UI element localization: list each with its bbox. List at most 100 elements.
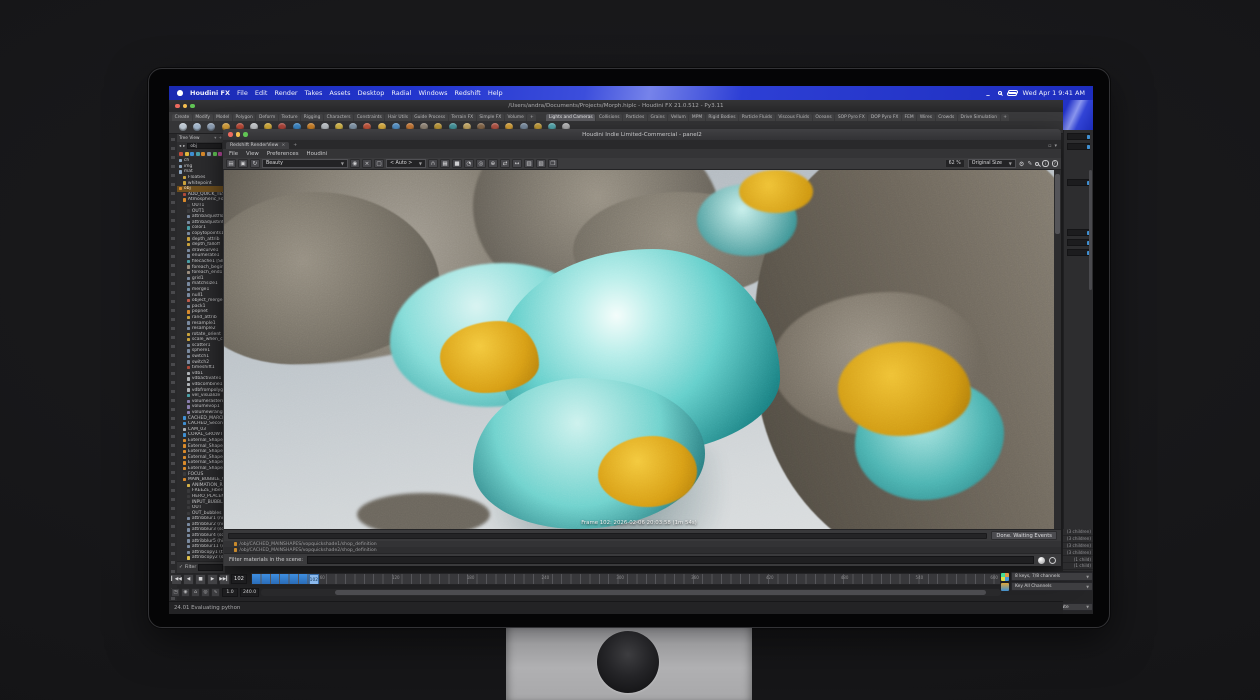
pencil-icon[interactable]: ✎ — [1028, 161, 1033, 167]
new-tab-button[interactable]: + — [289, 142, 301, 149]
shelf-tab[interactable]: Vellum — [668, 114, 688, 121]
motion-fx-icon[interactable]: ∿ — [211, 588, 220, 597]
gear-icon[interactable]: ⚙ — [1019, 160, 1025, 168]
material-filter-input[interactable] — [307, 556, 1034, 564]
wifi-icon[interactable] — [984, 91, 992, 96]
tab-redshift-renderview[interactable]: Redshift RenderView × — [226, 142, 289, 149]
shelf-tab[interactable]: + — [1001, 114, 1010, 121]
keyframe-icon[interactable]: ◎ — [201, 588, 210, 597]
tree-filter-input[interactable] — [198, 564, 223, 571]
shelf-tab[interactable]: Particles — [623, 114, 647, 121]
home-range-icon[interactable]: ⌂ — [191, 588, 200, 597]
jump-end-button[interactable]: ▶▶▎ — [219, 574, 230, 585]
restart-render-icon[interactable]: ↻ — [250, 159, 260, 168]
aov-select[interactable]: Beauty▼ — [262, 159, 348, 168]
parameter-field[interactable] — [1067, 239, 1090, 246]
jump-start-button[interactable]: ▎◀◀ — [171, 574, 182, 585]
shelf-tab[interactable]: Guide Process — [412, 114, 448, 121]
shelf-tab[interactable]: Rigid Bodies — [706, 114, 738, 121]
shelf-tab[interactable]: Simple FX — [477, 114, 504, 121]
render-image[interactable]: Frame 102: 2026-02-06 20:03:58 (1m 54s) — [224, 170, 1054, 529]
channel-gradient-icon[interactable] — [1001, 583, 1009, 591]
menubar-clock[interactable]: Wed Apr 1 9:41 AM — [1023, 89, 1085, 97]
render-vertical-scrollbar[interactable] — [1054, 170, 1061, 529]
material-preview-icon[interactable] — [1038, 557, 1045, 564]
target-icon[interactable]: ◎ — [476, 159, 486, 168]
zoom-level-field[interactable]: 62 % — [945, 159, 965, 168]
minimize-window-button[interactable] — [236, 132, 241, 137]
range-start-field[interactable]: 1.0 — [222, 588, 238, 597]
forward-icon[interactable]: ▸ — [183, 144, 185, 149]
timeline-scrollbar[interactable] — [261, 589, 1001, 596]
shelf-tab[interactable]: SOP Pyro FX — [835, 114, 867, 121]
shelf-tab[interactable]: Oceans — [813, 114, 835, 121]
control-center-icon[interactable] — [1008, 90, 1017, 96]
shelf-tab[interactable]: Modify — [193, 114, 213, 121]
shelf-tab[interactable]: MPM — [689, 114, 704, 121]
back-icon[interactable]: ◂ — [179, 144, 181, 149]
favorite-node-icon[interactable] — [179, 152, 183, 156]
shelf-tab[interactable]: Hair Utils — [385, 114, 410, 121]
timeline-scroll-thumb[interactable] — [335, 590, 986, 595]
shelf-tab[interactable]: + — [527, 114, 536, 121]
timeline-ruler[interactable]: 60120180240300360420480540600 102 — [251, 573, 1001, 585]
parameter-field[interactable] — [1067, 249, 1090, 256]
left-toolbar-strip[interactable] — [169, 134, 177, 601]
menubar-menu-item[interactable]: Edit — [255, 89, 268, 97]
compare-icon[interactable]: ⇄ — [500, 159, 510, 168]
material-sphere-icon[interactable] — [1049, 557, 1056, 564]
menubar-menu-item[interactable]: Windows — [418, 89, 447, 97]
magnifier-icon[interactable] — [1035, 162, 1039, 166]
shelf-tab[interactable]: Characters — [324, 114, 353, 121]
clock-icon[interactable]: ◔ — [464, 159, 474, 168]
key-all-dropdown[interactable]: Key All Channels▼ — [1011, 582, 1093, 591]
current-frame-field[interactable]: 102 — [231, 574, 247, 584]
fit-width-icon[interactable]: ↔ — [512, 159, 522, 168]
pane-add-icon[interactable]: + — [218, 136, 222, 141]
render-menu-item[interactable]: File — [229, 151, 238, 157]
playhead[interactable]: 102 — [309, 574, 319, 585]
close-window-button[interactable] — [228, 132, 233, 137]
menubar-menu-item[interactable]: Desktop — [358, 89, 385, 97]
size-mode-select[interactable]: Original Size▼ — [968, 159, 1016, 168]
keys-summary-dropdown[interactable]: 8 keys, 7/8 channels▼ — [1011, 572, 1093, 581]
menubar-menu-item[interactable]: Radial — [391, 89, 411, 97]
shelf-tab[interactable]: Grains — [648, 114, 667, 121]
layers-icon[interactable]: ▧ — [536, 159, 546, 168]
scrollbar-thumb[interactable] — [1055, 174, 1060, 234]
render-menu-item[interactable]: Houdini — [307, 151, 328, 157]
spotlight-icon[interactable] — [998, 91, 1002, 95]
shelf-tab[interactable]: Collisions — [596, 114, 622, 121]
range-end-field[interactable]: 240.0 — [240, 588, 259, 597]
menubar-app-name[interactable]: Houdini FX — [190, 89, 230, 97]
swatch-icon[interactable]: ■ — [452, 159, 462, 168]
render-menu-item[interactable]: View — [246, 151, 259, 157]
render-menu-item[interactable]: Preferences — [267, 151, 299, 157]
shelf-tab[interactable]: FEM — [902, 114, 916, 121]
favorite-node-icon[interactable] — [190, 152, 194, 156]
favorite-node-icon[interactable] — [213, 152, 217, 156]
favorite-node-icon[interactable] — [207, 152, 211, 156]
lock-icon[interactable]: ∩ — [428, 159, 438, 168]
shelf-tab[interactable]: Texture — [279, 114, 300, 121]
filter-check-icon[interactable]: ✓ — [179, 565, 183, 570]
shelf-tab[interactable]: Model — [214, 114, 232, 121]
favorite-node-icon[interactable] — [201, 152, 205, 156]
zoom-window-button[interactable] — [190, 104, 195, 109]
render-icon[interactable]: ◉ — [350, 159, 360, 168]
panel-scrollbar[interactable] — [1089, 170, 1092, 290]
save-snapshot-icon[interactable]: ▤ — [226, 159, 236, 168]
dopnet-icon[interactable]: ◉ — [181, 588, 190, 597]
parameter-field[interactable] — [1067, 229, 1090, 236]
info-icon[interactable]: i — [1042, 160, 1048, 166]
copy-icon[interactable]: ❐ — [548, 159, 558, 168]
shelf-tab[interactable]: Deform — [256, 114, 278, 121]
play-reverse-button[interactable]: ◀ — [183, 574, 194, 585]
shelf-tool-icon[interactable] — [207, 123, 215, 131]
tree-item[interactable]: attribcopy2 (soft — [177, 555, 224, 561]
shelf-tab[interactable]: Viscous Fluids — [776, 114, 812, 121]
snapshot-mode-select[interactable]: < Auto >▼ — [386, 159, 426, 168]
menubar-menu-item[interactable]: Takes — [305, 89, 323, 97]
zoom-in-icon[interactable]: ⊕ — [488, 159, 498, 168]
abort-icon[interactable]: × — [362, 159, 372, 168]
